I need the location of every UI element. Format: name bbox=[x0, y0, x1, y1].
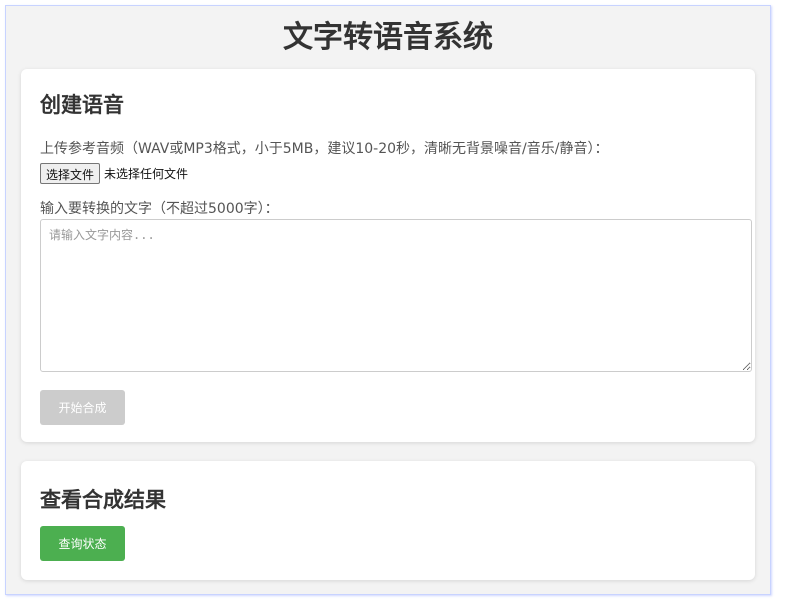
start-synthesis-button[interactable]: 开始合成 bbox=[40, 390, 125, 425]
upload-audio-label: 上传参考音频（WAV或MP3格式，小于5MB，建议10-20秒，清晰无背景噪音/… bbox=[40, 141, 609, 157]
app-window: 文字转语音系统 创建语音 上传参考音频（WAV或MP3格式，小于5MB，建议10… bbox=[5, 5, 771, 595]
view-result-card: 查看合成结果 查询状态 bbox=[21, 461, 755, 580]
page-title: 文字转语音系统 bbox=[283, 20, 493, 55]
file-status-text: 未选择任何文件 bbox=[104, 167, 189, 181]
choose-file-button[interactable]: 选择文件 bbox=[40, 163, 101, 184]
text-content-input[interactable] bbox=[40, 219, 752, 372]
file-picker: 选择文件 未选择任何文件 bbox=[40, 163, 188, 184]
text-input-label: 输入要转换的文字（不超过5000字）： bbox=[40, 201, 279, 217]
query-status-button[interactable]: 查询状态 bbox=[40, 526, 125, 561]
result-section-title: 查看合成结果 bbox=[40, 488, 166, 512]
create-voice-card: 创建语音 上传参考音频（WAV或MP3格式，小于5MB，建议10-20秒，清晰无… bbox=[21, 69, 755, 442]
create-section-title: 创建语音 bbox=[40, 93, 124, 117]
